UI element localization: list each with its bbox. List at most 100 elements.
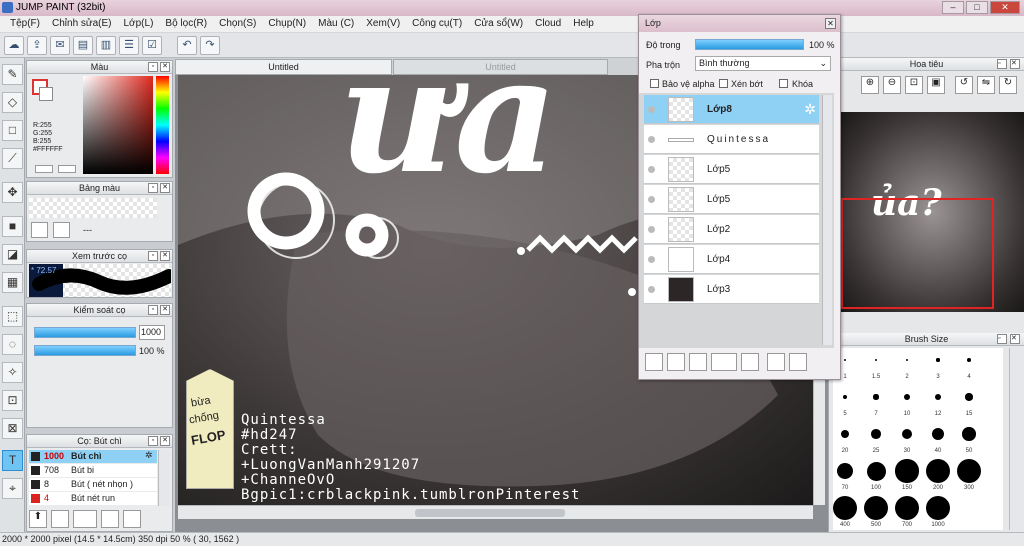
rotate-right-icon[interactable]: ↻	[999, 76, 1017, 94]
brush-size-dot[interactable]	[903, 393, 910, 400]
flip-icon[interactable]: ⇋	[977, 76, 995, 94]
panel-float-icon[interactable]: ▫	[148, 183, 158, 193]
brush-size-dot[interactable]	[871, 429, 881, 439]
menu-layer[interactable]: Lớp(L)	[118, 16, 160, 32]
brush-size-slider[interactable]	[34, 327, 136, 338]
lasso-tool-icon[interactable]: ◌	[2, 334, 23, 355]
panel-float-icon[interactable]: ▫	[148, 62, 158, 72]
text-tool-icon[interactable]: T	[2, 450, 23, 471]
palette-swatches[interactable]	[29, 198, 157, 218]
brush-size-close-icon[interactable]: ✕	[1010, 334, 1020, 344]
message-icon[interactable]: ▤	[73, 36, 93, 55]
layer-settings-icon[interactable]: ✲	[804, 101, 816, 118]
brush-size-scrollbar[interactable]	[1009, 348, 1023, 530]
brush-tool-icon[interactable]: ✎	[2, 64, 23, 85]
duplicate-layer-icon[interactable]	[767, 353, 785, 371]
panel-close-icon[interactable]: ✕	[160, 436, 170, 446]
menu-filter[interactable]: Bộ lọc(R)	[159, 16, 213, 32]
brush-size-dot[interactable]	[895, 459, 919, 483]
tab-document-2[interactable]: Untitled	[393, 59, 608, 75]
brush-size-dot[interactable]	[926, 459, 950, 483]
layer-visibility-icon[interactable]	[648, 196, 655, 203]
menu-file[interactable]: Tệp(F)	[4, 16, 46, 32]
layer-row[interactable]: Lớp3	[644, 275, 819, 304]
brush-folder-icon[interactable]	[123, 510, 141, 528]
panel-close-icon[interactable]: ✕	[160, 183, 170, 193]
eyedropper-tool-icon[interactable]: ⌖	[2, 478, 23, 499]
brush-size-dot[interactable]	[866, 461, 886, 481]
brush-size-dot[interactable]	[901, 428, 913, 440]
brush-item[interactable]: 708 Bút bi	[29, 464, 157, 477]
redo-icon[interactable]: ↷	[200, 36, 220, 55]
menu-window[interactable]: Cửa sổ(W)	[468, 16, 529, 32]
new-layer-1bit-icon[interactable]	[689, 353, 707, 371]
brush-size-dot[interactable]	[840, 429, 850, 439]
layer-visibility-icon[interactable]	[648, 166, 655, 173]
brush-item[interactable]: 4 Bút nét run	[29, 492, 157, 505]
menu-help[interactable]: Help	[567, 16, 600, 32]
color-picker-square[interactable]	[83, 76, 153, 174]
export-icon[interactable]: ⇪	[27, 36, 47, 55]
checklist-icon[interactable]: ☑	[142, 36, 162, 55]
brush-item[interactable]: 8 Bút ( nét nhọn )	[29, 478, 157, 491]
layer-visibility-icon[interactable]	[648, 106, 655, 113]
select-eraser-icon[interactable]: ⊠	[2, 418, 23, 439]
brush-item[interactable]: 1000 Bút chì ✲	[29, 450, 157, 463]
palette-add-icon[interactable]	[31, 222, 48, 238]
navigator-viewport-box[interactable]	[841, 198, 994, 309]
canvas-horizontal-scrollbar[interactable]	[178, 505, 813, 519]
brush-menu-icon[interactable]	[73, 510, 97, 528]
panel-close-icon[interactable]: ✕	[160, 251, 170, 261]
new-layer-icon[interactable]	[645, 353, 663, 371]
panel-float-icon[interactable]: ▫	[148, 251, 158, 261]
layer-row[interactable]: Lớp5	[644, 185, 819, 214]
menu-cloud[interactable]: Cloud	[529, 16, 567, 32]
brush-size-dot[interactable]	[931, 427, 944, 440]
brush-size-dot[interactable]	[833, 496, 857, 520]
protect-alpha-checkbox[interactable]	[650, 79, 659, 88]
maximize-button[interactable]: □	[966, 1, 988, 14]
menu-tools[interactable]: Công cụ(T)	[406, 16, 468, 32]
minimize-button[interactable]: –	[942, 1, 964, 14]
hue-slider[interactable]	[156, 76, 169, 174]
zoom-fit-icon[interactable]: ⊡	[905, 76, 923, 94]
brush-new-icon[interactable]	[51, 510, 69, 528]
layer-row[interactable]: Lớp2	[644, 215, 819, 244]
layer-visibility-icon[interactable]	[648, 256, 655, 263]
layer-window-close-icon[interactable]: ✕	[825, 18, 836, 29]
navigator-float-icon[interactable]: ▫	[997, 59, 1007, 69]
select-rect-icon[interactable]: □	[2, 120, 23, 141]
brush-size-dot[interactable]	[926, 496, 950, 520]
brush-size-dot[interactable]	[957, 459, 981, 483]
brush-size-dot[interactable]	[844, 359, 846, 361]
move-tool-icon[interactable]: ✥	[2, 182, 23, 203]
brush-size-dot[interactable]	[874, 358, 878, 362]
layer-list-scrollbar[interactable]	[822, 95, 832, 345]
layer-opacity-slider[interactable]	[695, 39, 804, 50]
pen-tool-icon[interactable]: ⟋	[2, 148, 23, 169]
merge-layer-icon[interactable]	[789, 353, 807, 371]
blend-mode-select[interactable]: Bình thường ⌄	[695, 56, 831, 71]
brush-size-dot[interactable]	[837, 463, 853, 479]
zoom-out-icon[interactable]: ⊖	[883, 76, 901, 94]
zoom-in-icon[interactable]: ⊕	[861, 76, 879, 94]
brush-size-dot[interactable]	[905, 358, 909, 362]
marquee-tool-icon[interactable]: ⬚	[2, 306, 23, 327]
menu-color[interactable]: Màu (C)	[312, 16, 360, 32]
palette-delete-icon[interactable]	[53, 222, 70, 238]
tab-document-1[interactable]: Untitled	[175, 59, 392, 75]
layer-row[interactable]: Lớp5	[644, 155, 819, 184]
document-icon[interactable]: ▥	[96, 36, 116, 55]
select-pen-icon[interactable]: ⊡	[2, 390, 23, 411]
panel-close-icon[interactable]: ✕	[160, 62, 170, 72]
brush-add-icon[interactable]: ⬆	[29, 510, 47, 528]
panel-float-icon[interactable]: ▫	[148, 305, 158, 315]
brush-settings-file-icon[interactable]	[101, 510, 119, 528]
bucket-tool-icon[interactable]: ◪	[2, 244, 23, 265]
menu-view[interactable]: Xem(V)	[360, 16, 406, 32]
layer-folder-icon[interactable]	[741, 353, 759, 371]
brush-size-dot[interactable]	[965, 393, 973, 401]
navigator-close-icon[interactable]: ✕	[1010, 59, 1020, 69]
brush-size-dot[interactable]	[864, 496, 888, 520]
eraser-tool-icon[interactable]: ◇	[2, 92, 23, 113]
